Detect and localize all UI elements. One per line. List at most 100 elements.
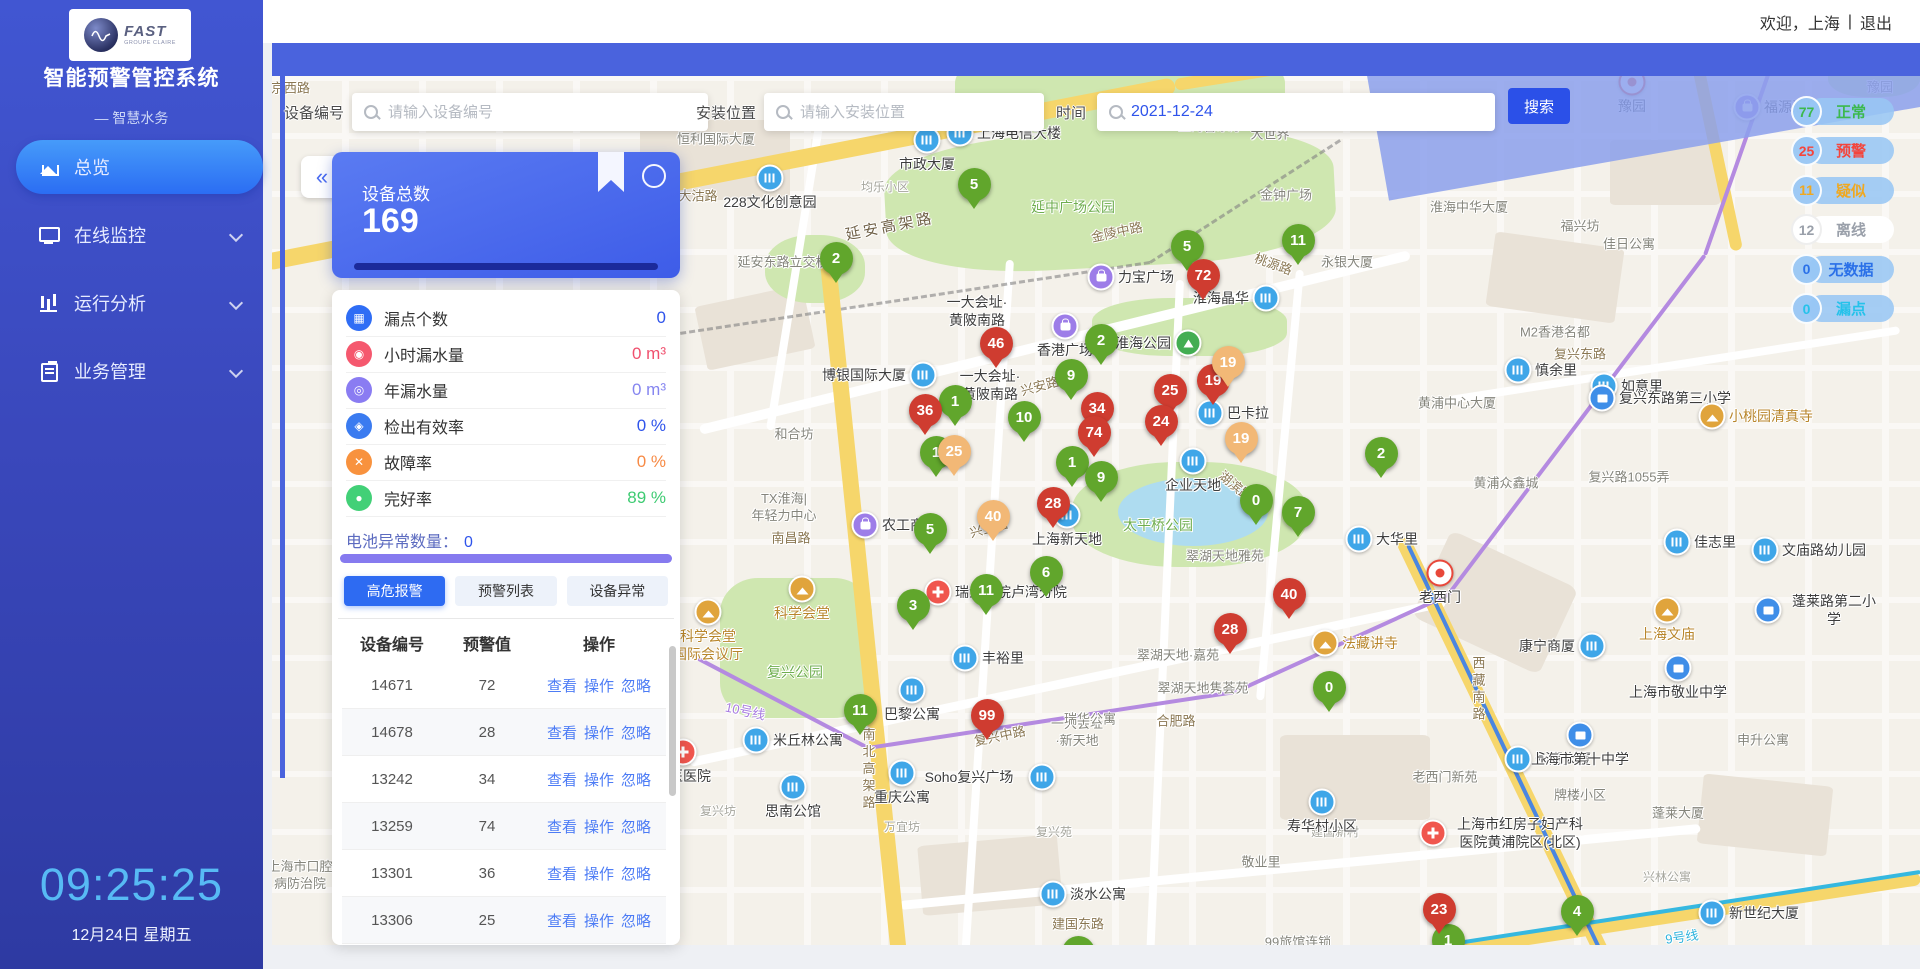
school-icon[interactable] xyxy=(1567,722,1594,749)
building-icon[interactable] xyxy=(1505,357,1532,384)
map-marker[interactable]: 4 xyxy=(1561,895,1594,928)
action-link[interactable]: 忽略 xyxy=(621,910,651,931)
building-icon[interactable] xyxy=(910,362,937,389)
school-icon[interactable] xyxy=(1665,655,1692,682)
building-icon[interactable] xyxy=(1346,526,1373,553)
action-link[interactable]: 操作 xyxy=(584,722,614,743)
action-link[interactable]: 查看 xyxy=(547,722,577,743)
building-icon[interactable] xyxy=(1505,746,1532,773)
action-link[interactable]: 操作 xyxy=(584,816,614,837)
table-row: 14671 72 查看操作忽略 xyxy=(342,662,666,709)
map-marker[interactable]: 28 xyxy=(1037,487,1070,520)
park-icon[interactable] xyxy=(1175,330,1202,357)
map-marker[interactable]: 1 xyxy=(1056,446,1089,479)
map-marker[interactable]: 23 xyxy=(1423,893,1456,926)
map-marker[interactable]: 19 xyxy=(1225,422,1258,455)
action-link[interactable]: 忽略 xyxy=(621,816,651,837)
sidebar-item-2[interactable]: 运行分析 xyxy=(0,276,263,330)
action-link[interactable]: 操作 xyxy=(584,863,614,884)
temple-icon[interactable] xyxy=(789,576,816,603)
map-marker[interactable]: 3 xyxy=(897,589,930,622)
map-marker[interactable]: 25 xyxy=(1154,374,1187,407)
building-icon[interactable] xyxy=(780,774,807,801)
action-link[interactable]: 查看 xyxy=(547,769,577,790)
map-marker[interactable]: 7 xyxy=(1282,496,1315,529)
building-icon[interactable] xyxy=(743,727,770,754)
building-icon[interactable] xyxy=(1180,448,1207,475)
map-marker[interactable]: 9 xyxy=(1055,359,1088,392)
map-marker[interactable]: 72 xyxy=(1187,259,1220,292)
sidebar-item-3[interactable]: 业务管理 xyxy=(0,344,263,398)
map-marker[interactable]: 24 xyxy=(1145,405,1178,438)
map-marker[interactable]: 0 xyxy=(1240,484,1273,517)
building-icon[interactable] xyxy=(757,165,784,192)
map-marker[interactable]: 11 xyxy=(1282,224,1315,257)
tab-0[interactable]: 高危报警 xyxy=(344,576,445,606)
building-icon[interactable] xyxy=(1664,529,1691,556)
school-icon[interactable] xyxy=(1755,597,1782,624)
location-input[interactable] xyxy=(798,103,1032,122)
map-marker[interactable]: 2 xyxy=(820,242,853,275)
table-scrollbar[interactable] xyxy=(669,646,676,796)
building-icon[interactable] xyxy=(952,645,979,672)
map-marker[interactable]: 99 xyxy=(971,699,1004,732)
building-icon[interactable] xyxy=(1309,789,1336,816)
temple-icon[interactable] xyxy=(1312,630,1339,657)
map-marker[interactable]: 36 xyxy=(909,394,942,427)
map-marker[interactable]: 28 xyxy=(1214,613,1247,646)
temple-icon[interactable] xyxy=(1699,403,1726,430)
map-marker[interactable]: 5 xyxy=(914,513,947,546)
tab-1[interactable]: 预警列表 xyxy=(455,576,556,606)
map-marker[interactable]: 74 xyxy=(1078,416,1111,449)
action-link[interactable]: 忽略 xyxy=(621,863,651,884)
metro-station-icon[interactable] xyxy=(1427,560,1454,587)
map-marker[interactable]: 19 xyxy=(1212,346,1245,379)
map-marker[interactable]: 10 xyxy=(1008,401,1041,434)
action-link[interactable]: 查看 xyxy=(547,910,577,931)
building-icon[interactable] xyxy=(1029,764,1056,791)
building-icon[interactable] xyxy=(1752,537,1779,564)
map-marker[interactable]: 6 xyxy=(1030,556,1063,589)
search-button[interactable]: 搜索 xyxy=(1508,88,1570,124)
map-marker[interactable]: 2 xyxy=(1085,324,1118,357)
action-link[interactable]: 忽略 xyxy=(621,769,651,790)
action-link[interactable]: 查看 xyxy=(547,863,577,884)
map-marker[interactable]: 40 xyxy=(977,500,1010,533)
building-icon[interactable] xyxy=(899,677,926,704)
shopping-icon[interactable] xyxy=(1052,313,1079,340)
map-marker[interactable]: 46 xyxy=(980,327,1013,360)
map-marker[interactable]: 1 xyxy=(939,385,972,418)
temple-icon[interactable] xyxy=(695,599,722,626)
sidebar-item-1[interactable]: 在线监控 xyxy=(0,208,263,262)
action-link[interactable]: 忽略 xyxy=(621,722,651,743)
device-id-input[interactable] xyxy=(386,103,696,122)
temple-icon[interactable] xyxy=(1654,597,1681,624)
building-icon[interactable] xyxy=(1253,285,1280,312)
action-link[interactable]: 忽略 xyxy=(621,675,651,696)
map-marker[interactable]: 40 xyxy=(1273,578,1306,611)
shopping-icon[interactable] xyxy=(852,512,879,539)
action-link[interactable]: 操作 xyxy=(584,675,614,696)
map-marker[interactable]: 2 xyxy=(1365,437,1398,470)
building-icon[interactable] xyxy=(1699,900,1726,927)
tab-2[interactable]: 设备异常 xyxy=(567,576,668,606)
building-icon[interactable] xyxy=(889,760,916,787)
action-link[interactable]: 操作 xyxy=(584,769,614,790)
map-marker[interactable]: 11 xyxy=(970,574,1003,607)
map-marker[interactable]: 5 xyxy=(958,168,991,201)
hospital-icon[interactable] xyxy=(1420,820,1447,847)
map-marker[interactable]: 0 xyxy=(1313,671,1346,704)
map-marker[interactable]: 25 xyxy=(938,435,971,468)
action-link[interactable]: 查看 xyxy=(547,816,577,837)
school-icon[interactable] xyxy=(1589,385,1616,412)
map-marker[interactable]: 5 xyxy=(1171,230,1204,263)
shopping-icon[interactable] xyxy=(1088,264,1115,291)
action-link[interactable]: 查看 xyxy=(547,675,577,696)
date-inputbox[interactable]: 2021-12-24 xyxy=(1097,93,1495,131)
building-icon[interactable] xyxy=(1040,881,1067,908)
action-link[interactable]: 操作 xyxy=(584,910,614,931)
logout-button[interactable]: 退出 xyxy=(1860,10,1892,34)
sidebar-item-0[interactable]: 总览 xyxy=(16,140,263,194)
map-marker[interactable]: 11 xyxy=(844,694,877,727)
building-icon[interactable] xyxy=(1579,633,1606,660)
